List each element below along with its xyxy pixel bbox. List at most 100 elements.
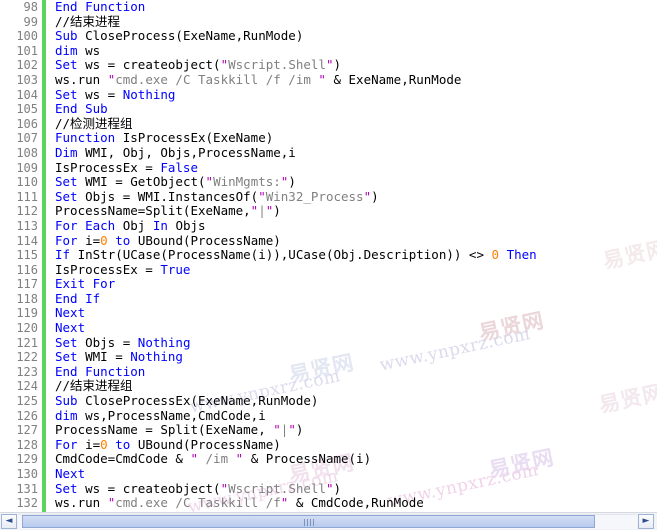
line-number: 124 — [16, 379, 38, 394]
code-text[interactable]: Set Objs = WMI.InstancesOf("Win32_Proces… — [46, 189, 379, 205]
code-text[interactable]: dim ws,ProcessName,CmdCode,i — [46, 408, 266, 424]
code-line[interactable]: 108 Dim WMI, Obj, Objs,ProcessName,i — [0, 145, 657, 161]
code-line[interactable]: 125 Sub CloseProcessEx(ExeName,RunMode) — [0, 393, 657, 409]
code-text[interactable]: //结束进程 — [46, 14, 120, 30]
scrollbar-thumb[interactable] — [22, 515, 595, 528]
code-text[interactable]: ProcessName = Split(ExeName, "|") — [46, 422, 304, 438]
code-text[interactable]: IsProcessEx = True — [46, 262, 190, 278]
code-line[interactable]: 124 //结束进程组 — [0, 379, 657, 395]
code-text[interactable]: For Each Obj In Objs — [46, 218, 206, 234]
code-line[interactable]: 129 CmdCode=CmdCode & " /im " & ProcessNa… — [0, 452, 657, 467]
code-text[interactable]: ws.run "cmd.exe /C Taskkill /f" & CmdCod… — [46, 495, 424, 511]
code-line[interactable]: 107 Function IsProcessEx(ExeName) — [0, 131, 657, 146]
line-number: 110 — [16, 175, 38, 190]
code-text[interactable]: dim ws — [46, 43, 100, 59]
code-line[interactable]: 102 Set ws = createobject("Wscript.Shell"… — [0, 58, 657, 73]
token-kw: Function — [55, 130, 116, 146]
scroll-right-arrow-icon[interactable]: ► — [638, 514, 654, 529]
code-line[interactable]: 118 End If — [0, 291, 657, 307]
code-text[interactable]: ProcessName=Split(ExeName,"|") — [46, 204, 281, 219]
line-number: 101 — [16, 43, 38, 58]
code-line[interactable]: 103 ws.run "cmd.exe /C Taskkill /f /im " … — [0, 71, 657, 88]
code-line[interactable]: 105 End Sub — [0, 101, 657, 117]
code-line[interactable]: 120 Next — [0, 320, 657, 336]
token-num: 0 — [491, 247, 500, 263]
code-text[interactable]: Dim WMI, Obj, Objs,ProcessName,i — [46, 145, 296, 161]
scroll-left-arrow-icon[interactable]: ◄ — [1, 514, 17, 529]
code-text[interactable]: //结束进程组 — [46, 379, 133, 394]
code-line[interactable]: 113 For Each Obj In Objs — [0, 218, 657, 234]
code-text[interactable]: Function IsProcessEx(ExeName) — [46, 131, 273, 146]
code-text[interactable]: Sub CloseProcessEx(ExeName,RunMode) — [46, 393, 319, 409]
code-line[interactable]: 126 dim ws,ProcessName,CmdCode,i — [0, 408, 657, 424]
code-line[interactable]: 122 Set WMI = Nothing — [0, 349, 657, 365]
code-text[interactable]: Set ws = createobject("Wscript.Shell") — [46, 480, 341, 497]
code-text[interactable]: Set WMI = Nothing — [46, 349, 183, 365]
code-text[interactable]: Exit For — [46, 276, 115, 292]
code-line[interactable]: 117 Exit For — [0, 276, 657, 292]
code-text[interactable]: ws.run "cmd.exe /C Taskkill /f /im " & E… — [46, 71, 462, 88]
code-line[interactable]: 114 For i=0 to UBound(ProcessName) — [0, 232, 657, 249]
code-line[interactable]: 104 Set ws = Nothing — [0, 87, 657, 103]
code-line[interactable]: 111 Set Objs = WMI.InstancesOf("Win32_Pro… — [0, 189, 657, 205]
code-text[interactable]: Set ws = Nothing — [46, 87, 175, 103]
line-number: 126 — [16, 408, 38, 423]
token-op — [78, 28, 86, 43]
code-line[interactable]: 132 ws.run "cmd.exe /C Taskkill /f" & Cmd… — [0, 495, 657, 511]
code-line[interactable]: 100 Sub CloseProcess(ExeName,RunMode) — [0, 28, 657, 44]
token-q: " — [318, 71, 326, 87]
line-number: 108 — [16, 145, 38, 160]
code-text[interactable]: Next — [46, 306, 85, 321]
code-text[interactable]: End If — [46, 291, 100, 307]
token-op — [78, 481, 86, 496]
token-id: & ExeName,RunMode — [325, 71, 462, 87]
code-line[interactable]: 112 ProcessName=Split(ExeName,"|") — [0, 204, 657, 219]
code-text[interactable]: Next — [46, 320, 85, 336]
token-q: " — [205, 174, 214, 190]
code-text[interactable]: End Function — [46, 0, 145, 15]
code-line[interactable]: 106 //检测进程组 — [0, 116, 657, 132]
scrollbar-thumb-grip-icon — [303, 519, 314, 526]
token-kw: For — [55, 232, 78, 248]
token-id: CloseProcessEx(ExeName,RunMode) — [85, 393, 319, 409]
code-text[interactable]: For i=0 to UBound(ProcessName) — [46, 232, 281, 249]
token-op — [78, 437, 86, 452]
code-text[interactable]: Next — [46, 466, 85, 482]
token-op — [85, 276, 93, 291]
code-lines-container[interactable]: 98 End Function 99 //结束进程 100 Sub CloseProces… — [0, 0, 657, 530]
code-line[interactable]: 130 Next — [0, 466, 657, 482]
code-text[interactable]: CmdCode=CmdCode & " /im " & ProcessName(… — [46, 452, 371, 467]
code-text[interactable]: //检测进程组 — [46, 116, 133, 132]
code-line[interactable]: 128 For i=0 to UBound(ProcessName) — [0, 437, 657, 453]
code-line[interactable]: 119 Next — [0, 306, 657, 322]
code-line[interactable]: 121 Set Objs = Nothing — [0, 335, 657, 351]
code-line[interactable]: 127 ProcessName = Split(ExeName, "|") — [0, 422, 657, 438]
code-text[interactable]: End Sub — [46, 101, 108, 117]
code-line[interactable]: 98 End Function — [0, 0, 657, 15]
code-line[interactable]: 116 IsProcessEx = True — [0, 262, 657, 278]
code-line[interactable]: 115 If InStr(UCase(ProcessName(i)),UCase(… — [0, 247, 657, 263]
code-editor-pane[interactable]: 易贤网 www.ynpxrz.com 易贤网 www.ynpxrz.com 易贤网 www… — [0, 0, 657, 530]
code-line[interactable]: 110 Set WMI = GetObject("WinMgmts:") — [0, 174, 657, 190]
code-text[interactable]: For i=0 to UBound(ProcessName) — [46, 437, 281, 453]
code-line[interactable]: 101 dim ws — [0, 43, 657, 59]
token-kw: Sub — [55, 28, 78, 44]
token-q: " — [220, 57, 229, 73]
token-str: cmd.exe /C Taskkill /f — [115, 495, 281, 511]
token-op — [78, 218, 86, 233]
token-op — [78, 408, 86, 423]
code-text[interactable]: Set ws = createobject("Wscript.Shell") — [46, 58, 341, 73]
code-line[interactable]: 131 Set ws = createobject("Wscript.Shell"… — [0, 480, 657, 497]
code-text[interactable]: If InStr(UCase(ProcessName(i)),UCase(Obj… — [46, 247, 537, 263]
token-id: ) — [295, 422, 304, 438]
code-line[interactable]: 109 IsProcessEx = False — [0, 160, 657, 176]
code-text[interactable]: Set Objs = Nothing — [46, 335, 190, 351]
code-text[interactable]: Set WMI = GetObject("WinMgmts:") — [46, 174, 296, 190]
code-line[interactable]: 99 //结束进程 — [0, 14, 657, 30]
code-text[interactable]: Sub CloseProcess(ExeName,RunMode) — [46, 28, 303, 44]
code-line[interactable]: 123 End Function — [0, 364, 657, 380]
token-str: Wscript.Shell — [228, 480, 326, 496]
horizontal-scrollbar[interactable]: ◄ ► — [0, 512, 657, 530]
code-text[interactable]: End Function — [46, 364, 145, 380]
code-text[interactable]: IsProcessEx = False — [46, 160, 198, 176]
